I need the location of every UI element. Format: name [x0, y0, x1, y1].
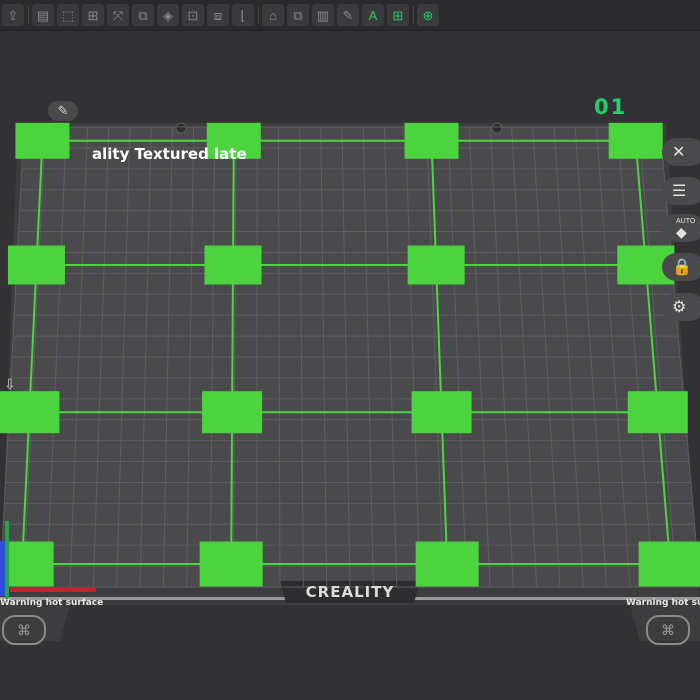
calibration-pad: [199, 541, 263, 587]
list-icon: ☰: [672, 183, 687, 200]
creality-print-window: ⇪ ▤ ⬚ ⊞ ⤧ ⧉ ◈ ⊡ ⧈ ⌊ ⌂ ⧉ ▥ ✎ A ⊞ ⊕ ✎ 01 ality Textured la…: [0, 0, 700, 700]
calibration-pad: [7, 245, 65, 285]
warning-hot-surface-right: Warning hot surface: [626, 598, 700, 608]
plate-settings-button[interactable]: ⚙: [662, 293, 700, 321]
toolbar-separator: [28, 6, 29, 24]
height-range-icon[interactable]: ⇩: [4, 376, 16, 393]
top-toolbar: ⇪ ▤ ⬚ ⊞ ⤧ ⧉ ◈ ⊡ ⧈ ⌊ ⌂ ⧉ ▥ ✎ A ⊞ ⊕: [0, 0, 700, 31]
x-axis-indicator: [10, 588, 96, 592]
assembly-icon[interactable]: ⊞: [387, 4, 409, 26]
calibration-pad: [411, 391, 472, 434]
fill-icon[interactable]: ▥: [312, 4, 334, 26]
boolean-icon[interactable]: ⧈: [207, 4, 229, 26]
calibration-pad: [202, 391, 263, 434]
calibration-pad: [15, 122, 70, 159]
cut-icon[interactable]: ⌂: [262, 4, 284, 26]
text-icon[interactable]: A: [362, 4, 384, 26]
lock-plate-button[interactable]: 🔒: [662, 253, 700, 281]
z-axis-indicator: [5, 521, 9, 599]
plate-notch-left: [175, 122, 187, 134]
close-icon: ✕: [672, 144, 686, 161]
lock-icon: 🔒: [672, 259, 692, 276]
view-icon[interactable]: ⊕: [417, 4, 439, 26]
orient-icon[interactable]: ⤧: [107, 4, 129, 26]
add-plate-icon[interactable]: ⬚: [57, 4, 79, 26]
plate-name-label: ality Textured late: [92, 145, 247, 163]
y-axis-indicator: [0, 541, 5, 596]
creality-logo: CREALITY: [305, 583, 395, 601]
measure-icon[interactable]: ⌊: [232, 4, 254, 26]
paint-icon[interactable]: ✎: [337, 4, 359, 26]
import-icon[interactable]: ⇪: [2, 4, 24, 26]
plate-notch-right: [491, 122, 503, 134]
arrange-icon[interactable]: ⊞: [82, 4, 104, 26]
auto-arrange-button[interactable]: AUTO ◆: [662, 214, 700, 242]
calibration-pad: [608, 122, 663, 159]
warning-hot-surface-left: Warning hot surface: [0, 598, 104, 608]
delete-plate-button[interactable]: ✕: [662, 138, 700, 166]
calibration-pad: [404, 122, 459, 159]
gear-icon: ⚙: [672, 299, 687, 316]
split-icon[interactable]: ⊡: [182, 4, 204, 26]
fingerprint-icon-right: ⌘: [646, 615, 690, 645]
fingerprint-icon-left: ⌘: [2, 615, 46, 645]
support-icon[interactable]: ◈: [157, 4, 179, 26]
plate-index-label: 01: [594, 95, 628, 119]
hollow-icon[interactable]: ⧉: [287, 4, 309, 26]
object-list-button[interactable]: ☰: [662, 177, 700, 205]
calibration-pad: [638, 541, 700, 587]
save-icon[interactable]: ▤: [32, 4, 54, 26]
pencil-icon: ✎: [57, 103, 69, 118]
arrange-icon: ◆: [676, 223, 687, 240]
toolbar-separator: [413, 6, 414, 24]
calibration-pad: [0, 391, 60, 434]
calibration-pad: [407, 245, 465, 285]
3d-viewport[interactable]: ✎ 01 ality Textured late ✕ ☰ AUTO ◆ 🔒 ⚙ …: [0, 31, 700, 700]
calibration-pad: [627, 391, 688, 434]
edit-plate-name-button[interactable]: ✎: [48, 101, 78, 121]
layout-icon[interactable]: ⧉: [132, 4, 154, 26]
toolbar-separator: [258, 6, 259, 24]
calibration-pad: [415, 541, 479, 587]
calibration-pad: [204, 245, 262, 285]
